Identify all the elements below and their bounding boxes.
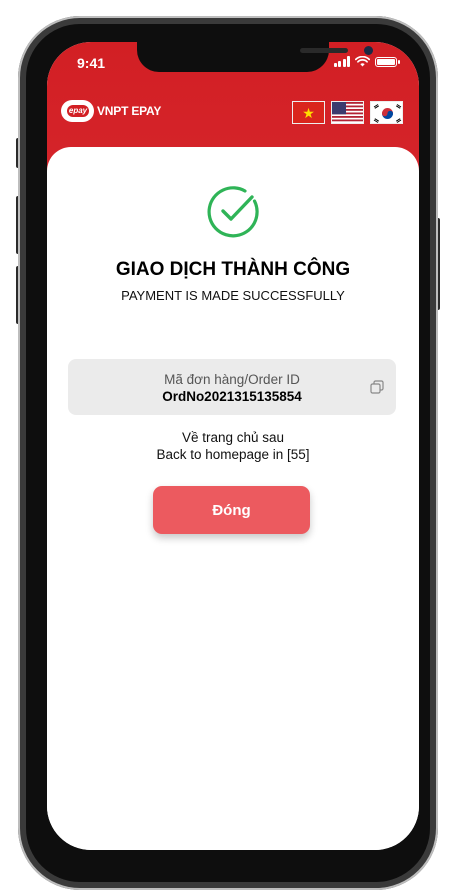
vietnam-flag-icon[interactable]: ★ bbox=[292, 101, 325, 124]
vnpt-epay-logo: epay VNPT EPAY bbox=[61, 100, 161, 122]
speaker bbox=[300, 48, 348, 53]
check-circle-icon bbox=[207, 186, 259, 238]
status-icons bbox=[333, 56, 400, 67]
redirect-text-vi: Về trang chủ sau bbox=[181, 430, 285, 445]
notch bbox=[137, 42, 373, 72]
status-time: 9:41 bbox=[77, 55, 106, 71]
logo-text: VNPT EPAY bbox=[97, 104, 162, 118]
front-camera bbox=[364, 46, 373, 55]
korea-flag-icon[interactable] bbox=[370, 101, 403, 124]
logo-badge-text: epay bbox=[67, 105, 89, 117]
copy-icon[interactable] bbox=[370, 380, 384, 394]
phone-mockup: 9:41 epay VNPT EPAY ★ GIAO DỊCH THÀNH CÔ… bbox=[4, 0, 453, 893]
success-subtitle: PAYMENT IS MADE SUCCESSFULLY bbox=[121, 288, 345, 303]
redirect-countdown-text: Back to homepage in [55] bbox=[156, 447, 310, 462]
order-id-value: OrdNo2021315135854 bbox=[162, 389, 302, 404]
wifi-icon bbox=[355, 56, 370, 67]
usa-flag-icon[interactable] bbox=[331, 101, 364, 124]
cellular-signal-icon bbox=[333, 56, 350, 67]
success-title: GIAO DỊCH THÀNH CÔNG bbox=[115, 259, 351, 280]
order-id-box: Mã đơn hàng/Order ID OrdNo2021315135854 bbox=[68, 359, 396, 415]
epay-logo-icon: epay bbox=[61, 100, 94, 122]
app-screen: 9:41 epay VNPT EPAY ★ GIAO DỊCH THÀNH CÔ… bbox=[47, 42, 419, 850]
language-selector: ★ bbox=[292, 101, 403, 124]
close-button[interactable]: Đóng bbox=[153, 486, 310, 534]
order-id-label: Mã đơn hàng/Order ID bbox=[164, 372, 300, 387]
battery-icon bbox=[375, 56, 400, 67]
